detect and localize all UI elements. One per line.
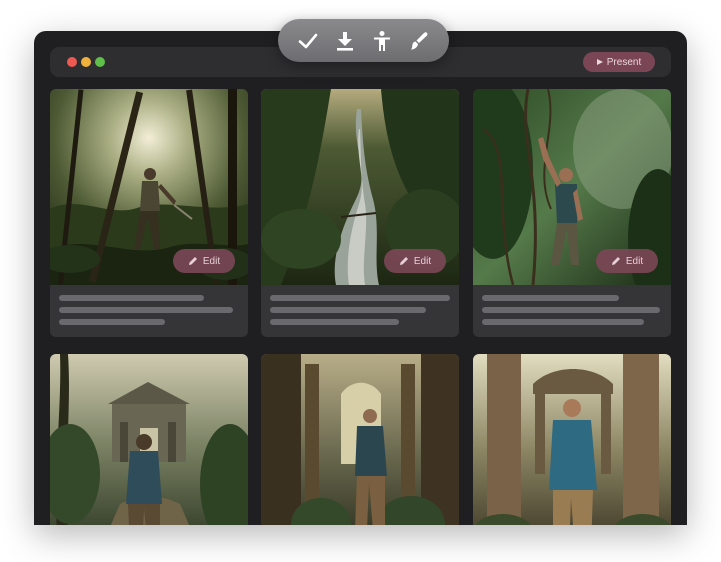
card-caption-placeholder	[261, 285, 459, 337]
figure-button[interactable]	[369, 28, 395, 54]
caption-line	[270, 319, 399, 325]
caption-line	[59, 295, 204, 301]
caption-line	[482, 319, 644, 325]
figure-icon	[373, 30, 390, 51]
caption-line	[270, 295, 450, 301]
edit-label: Edit	[413, 255, 432, 267]
brush-button[interactable]	[406, 28, 432, 54]
present-button[interactable]: Present	[583, 52, 655, 72]
app-window: Present Edit Edit Edit	[34, 31, 687, 525]
edit-label: Edit	[625, 255, 644, 267]
present-label: Present	[606, 56, 642, 68]
download-icon	[337, 31, 354, 51]
brush-icon	[410, 31, 428, 49]
play-icon	[596, 59, 603, 65]
image-card-3[interactable]: Edit	[473, 89, 671, 337]
floating-toolbar	[278, 19, 449, 62]
image-card-1[interactable]: Edit	[50, 89, 248, 337]
close-window-button[interactable]	[67, 57, 77, 67]
image-card-6[interactable]	[473, 354, 671, 525]
edit-button-1[interactable]: Edit	[173, 249, 235, 273]
caption-line	[482, 295, 619, 301]
minimize-window-button[interactable]	[81, 57, 91, 67]
stage: Present Edit Edit Edit	[0, 0, 721, 562]
caption-line	[270, 307, 426, 313]
edit-label: Edit	[202, 255, 221, 267]
pencil-icon	[399, 257, 408, 265]
download-button[interactable]	[332, 28, 358, 54]
jungle-image-5	[261, 354, 459, 525]
jungle-image-3: Edit	[473, 89, 671, 285]
jungle-image-6	[473, 354, 671, 525]
edit-button-3[interactable]: Edit	[596, 249, 658, 273]
caption-line	[59, 307, 233, 313]
card-caption-placeholder	[50, 285, 248, 337]
caption-line	[59, 319, 165, 325]
image-card-2[interactable]: Edit	[261, 89, 459, 337]
check-button[interactable]	[295, 28, 321, 54]
pencil-icon	[611, 257, 620, 265]
edit-button-2[interactable]: Edit	[384, 249, 446, 273]
jungle-image-4	[50, 354, 248, 525]
jungle-image-1: Edit	[50, 89, 248, 285]
caption-line	[482, 307, 660, 313]
image-card-5[interactable]	[261, 354, 459, 525]
pencil-icon	[188, 257, 197, 265]
card-caption-placeholder	[473, 285, 671, 337]
check-icon	[299, 33, 318, 48]
image-card-4[interactable]	[50, 354, 248, 525]
jungle-image-2: Edit	[261, 89, 459, 285]
zoom-window-button[interactable]	[95, 57, 105, 67]
